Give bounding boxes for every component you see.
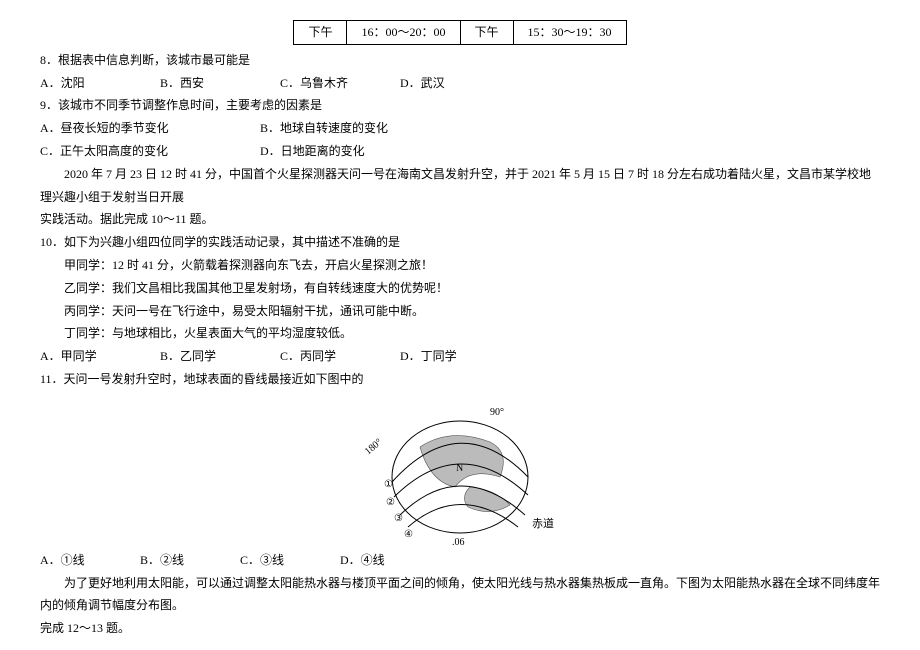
arc-3 [400,486,525,515]
q10-opt-a: A．甲同学 [40,345,160,368]
q10-stem: 10．如下为兴趣小组四位同学的实践活动记录，其中描述不准确的是 [40,231,880,254]
q8-opt-c: C．乌鲁木齐 [280,72,400,95]
label-c2: ② [386,497,395,508]
q11-opt-b: B．②线 [140,549,240,572]
passage1-line2: 实践活动。据此完成 10～11 题。 [40,208,880,231]
q10-opt-c: C．丙同学 [280,345,400,368]
q9-options-row2: C．正午太阳高度的变化 D．日地距离的变化 [40,140,880,163]
q10-l3: 丙同学：天问一号在飞行途中，易受太阳辐射干扰，通讯可能中断。 [40,300,880,323]
cell-time2: 15：30～19：30 [513,21,626,45]
passage2-line2: 完成 12～13 题。 [40,617,880,640]
q9-stem: 9．该城市不同季节调整作息时间，主要考虑的因素是 [40,94,880,117]
q8-options: A．沈阳 B．西安 C．乌鲁木齐 D．武汉 [40,72,880,95]
label-c3: ③ [394,513,403,524]
q8-opt-a: A．沈阳 [40,72,160,95]
label-c4: ④ [404,529,413,540]
cell-time1: 16：00～20：00 [347,21,460,45]
label-06: .06 [452,537,465,547]
q10-options: A．甲同学 B．乙同学 C．丙同学 D．丁同学 [40,345,880,368]
q8-opt-b: B．西安 [160,72,280,95]
label-90: 90° [490,407,504,418]
q11-opt-d: D．④线 [340,549,440,572]
cell-pm1: 下午 [294,21,347,45]
q10-l1: 甲同学：12 时 41 分，火箭载着探测器向东飞去，开启火星探测之旅！ [40,254,880,277]
passage1-line1: 2020 年 7 月 23 日 12 时 41 分，中国首个火星探测器天问一号在… [40,163,880,209]
q9-opt-d: D．日地距离的变化 [260,140,480,163]
passage2-line1: 为了更好地利用太阳能，可以通过调整太阳能热水器与楼顶平面之间的倾角，使太阳光线与… [40,572,880,618]
q11-opt-a: A．①线 [40,549,140,572]
table-row: 下午 16：00～20：00 下午 15：30～19：30 [294,21,626,45]
q9-options-row1: A．昼夜长短的季节变化 B．地球自转速度的变化 [40,117,880,140]
label-n: N [456,463,463,474]
q10-l2: 乙同学：我们文昌相比我国其他卫星发射场，有自转线速度大的优势呢！ [40,277,880,300]
q9-opt-a: A．昼夜长短的季节变化 [40,117,260,140]
q10-opt-d: D．丁同学 [400,345,520,368]
exam-page: 下午 16：00～20：00 下午 15：30～19：30 8．根据表中信息判断… [0,0,920,650]
q10-l4: 丁同学：与地球相比，火星表面大气的平均湿度较低。 [40,322,880,345]
q8-stem: 8．根据表中信息判断，该城市最可能是 [40,49,880,72]
q9-opt-c: C．正午太阳高度的变化 [40,140,260,163]
label-c1: ① [384,479,393,490]
q10-opt-b: B．乙同学 [160,345,280,368]
q9-opt-b: B．地球自转速度的变化 [260,117,480,140]
q11-options: A．①线 B．②线 C．③线 D．④线 [40,549,880,572]
label-equator: 赤道 [532,516,554,530]
schedule-table: 下午 16：00～20：00 下午 15：30～19：30 [293,20,626,45]
earth-terminator-figure: 90° 180° N .06 赤道 ① ② ③ ④ [360,397,560,547]
q11-stem: 11．天问一号发射升空时，地球表面的昏线最接近如下图中的 [40,368,880,391]
q11-opt-c: C．③线 [240,549,340,572]
cell-pm2: 下午 [460,21,513,45]
label-180: 180° [363,436,385,457]
q8-opt-d: D．武汉 [400,72,520,95]
